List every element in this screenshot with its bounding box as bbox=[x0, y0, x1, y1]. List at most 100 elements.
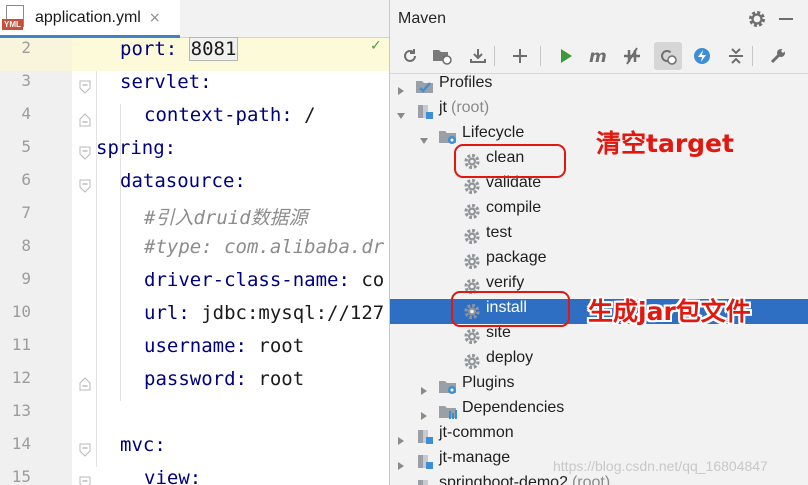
tab-application-yml[interactable]: YML application.yml × bbox=[0, 0, 180, 38]
code-text: datasource: bbox=[120, 170, 246, 192]
goal-gear-icon bbox=[462, 177, 482, 196]
tree-item-label: jt-common bbox=[439, 424, 514, 441]
chevron-down-icon[interactable] bbox=[396, 106, 406, 119]
tree-item-profiles[interactable]: Profiles bbox=[390, 74, 808, 99]
tree-item-label: compile bbox=[486, 199, 542, 216]
tree-item-test[interactable]: test bbox=[390, 224, 808, 249]
code-text: #引入druid数据源 bbox=[144, 207, 308, 229]
install-annotation: 生成jar包文件 bbox=[588, 297, 751, 326]
chevron-right-icon[interactable] bbox=[396, 81, 406, 95]
chevron-right-icon[interactable] bbox=[396, 456, 406, 470]
collapse-all-icon[interactable] bbox=[722, 42, 750, 70]
reload-icon[interactable] bbox=[396, 42, 424, 70]
run-icon[interactable] bbox=[552, 42, 580, 70]
fold-open-icon[interactable] bbox=[79, 179, 91, 193]
maven-title: Maven bbox=[398, 10, 447, 27]
code-line[interactable]: 4 context-path: / bbox=[0, 104, 389, 137]
code-editor[interactable]: YML application.yml × 2 port: 8081 3 servle… bbox=[0, 0, 389, 485]
fold-open-icon[interactable] bbox=[79, 80, 91, 94]
chevron-down-icon[interactable] bbox=[419, 131, 429, 144]
svg-text:m: m bbox=[589, 48, 607, 64]
line-number: 10 bbox=[11, 302, 31, 321]
fold-close-icon[interactable] bbox=[79, 113, 91, 127]
toolbar-separator bbox=[494, 46, 495, 66]
tree-item-label: Dependencies bbox=[462, 399, 565, 416]
line-number: 3 bbox=[21, 71, 31, 90]
chevron-right-icon[interactable] bbox=[396, 481, 406, 485]
tree-item-package[interactable]: package bbox=[390, 249, 808, 274]
tree-item-plugins[interactable]: Plugins bbox=[390, 374, 808, 399]
code-text: spring: bbox=[96, 137, 177, 159]
code-line[interactable]: 15 view: bbox=[0, 467, 389, 485]
close-icon[interactable]: × bbox=[149, 10, 161, 26]
execute-goal-icon[interactable]: m bbox=[586, 42, 614, 70]
code-line[interactable]: 10 url: jdbc:mysql://127 bbox=[0, 302, 389, 335]
code-line[interactable]: 9 driver-class-name: co bbox=[0, 269, 389, 302]
tree-item-deploy[interactable]: deploy bbox=[390, 349, 808, 374]
install-highlight-box bbox=[451, 291, 570, 327]
code-line[interactable]: 12 password: root bbox=[0, 368, 389, 401]
code-line[interactable]: 7 #引入druid数据源 bbox=[0, 203, 389, 236]
code-text: username: root bbox=[144, 335, 305, 357]
line-number: 13 bbox=[11, 401, 31, 420]
tree-item-validate[interactable]: validate bbox=[390, 174, 808, 199]
code-line[interactable]: 2 port: 8081 bbox=[0, 37, 389, 71]
code-line[interactable]: 11 username: root bbox=[0, 335, 389, 368]
watermark: https://blog.csdn.net/qq_16804847 bbox=[553, 458, 768, 474]
code-text: servlet: bbox=[120, 71, 212, 93]
tree-item-dependencies[interactable]: Dependencies bbox=[390, 399, 808, 424]
tree-item-label: package bbox=[486, 249, 547, 266]
tree-item-label: Profiles bbox=[439, 74, 493, 91]
dependencies-folder-icon bbox=[438, 402, 458, 421]
line-number: 14 bbox=[11, 434, 31, 453]
download-icon[interactable] bbox=[464, 42, 492, 70]
minimize-icon[interactable] bbox=[779, 18, 793, 20]
toggle-offline-icon[interactable] bbox=[618, 42, 646, 70]
code-text: view: bbox=[144, 467, 202, 485]
tree-item-jt-common[interactable]: jt-common bbox=[390, 424, 808, 449]
code-line[interactable]: 5 spring: bbox=[0, 137, 389, 170]
show-dependencies-icon[interactable] bbox=[688, 42, 716, 70]
profiles-icon bbox=[415, 77, 435, 96]
code-text: password: root bbox=[144, 368, 305, 390]
goal-gear-icon bbox=[462, 227, 482, 246]
goal-gear-icon bbox=[462, 252, 482, 271]
fold-open-icon[interactable] bbox=[79, 476, 91, 485]
line-number: 15 bbox=[11, 467, 31, 485]
inspection-ok-icon[interactable]: ✓ bbox=[370, 38, 382, 54]
code-text: #type: com.alibaba.dr bbox=[144, 236, 385, 258]
toolbar-separator bbox=[752, 46, 753, 66]
tree-item-label: deploy bbox=[486, 349, 534, 366]
code-area[interactable]: 2 port: 8081 3 servlet: 4 context-path: / 5 spr… bbox=[0, 37, 389, 485]
generate-sources-icon[interactable] bbox=[428, 42, 456, 70]
fold-open-icon[interactable] bbox=[79, 443, 91, 457]
tree-item-compile[interactable]: compile bbox=[390, 199, 808, 224]
tree-item-label: jt (root) bbox=[439, 99, 490, 116]
code-line[interactable]: 8 #type: com.alibaba.dr bbox=[0, 236, 389, 269]
code-line[interactable]: 6 datasource: bbox=[0, 170, 389, 203]
fold-close-icon[interactable] bbox=[79, 377, 91, 391]
tree-item-jt[interactable]: jt (root) bbox=[390, 99, 808, 124]
line-number: 5 bbox=[21, 137, 31, 156]
tree-item-springboot-demo2[interactable]: springboot-demo2 (root) bbox=[390, 474, 808, 485]
chevron-right-icon[interactable] bbox=[396, 431, 406, 445]
line-number: 2 bbox=[21, 38, 31, 57]
skip-tests-icon[interactable] bbox=[654, 42, 682, 70]
indent-guide bbox=[120, 104, 121, 401]
fold-open-icon[interactable] bbox=[79, 146, 91, 160]
chevron-right-icon[interactable] bbox=[419, 406, 429, 420]
gear-icon[interactable] bbox=[747, 9, 767, 29]
settings-wrench-icon[interactable] bbox=[764, 42, 792, 70]
code-text: mvc: bbox=[120, 434, 166, 456]
editor-tab-bar: YML application.yml × bbox=[0, 0, 389, 38]
line-number: 9 bbox=[21, 269, 31, 288]
code-line[interactable]: 14 mvc: bbox=[0, 434, 389, 467]
tree-item-label: springboot-demo2 (root) bbox=[439, 474, 611, 485]
code-line[interactable]: 13 bbox=[0, 401, 389, 434]
code-line[interactable]: 3 servlet: bbox=[0, 71, 389, 104]
add-icon[interactable] bbox=[506, 42, 534, 70]
line-number: 12 bbox=[11, 368, 31, 387]
chevron-right-icon[interactable] bbox=[419, 381, 429, 395]
tree-item-label: site bbox=[486, 324, 511, 341]
maven-header: Maven bbox=[390, 0, 808, 38]
